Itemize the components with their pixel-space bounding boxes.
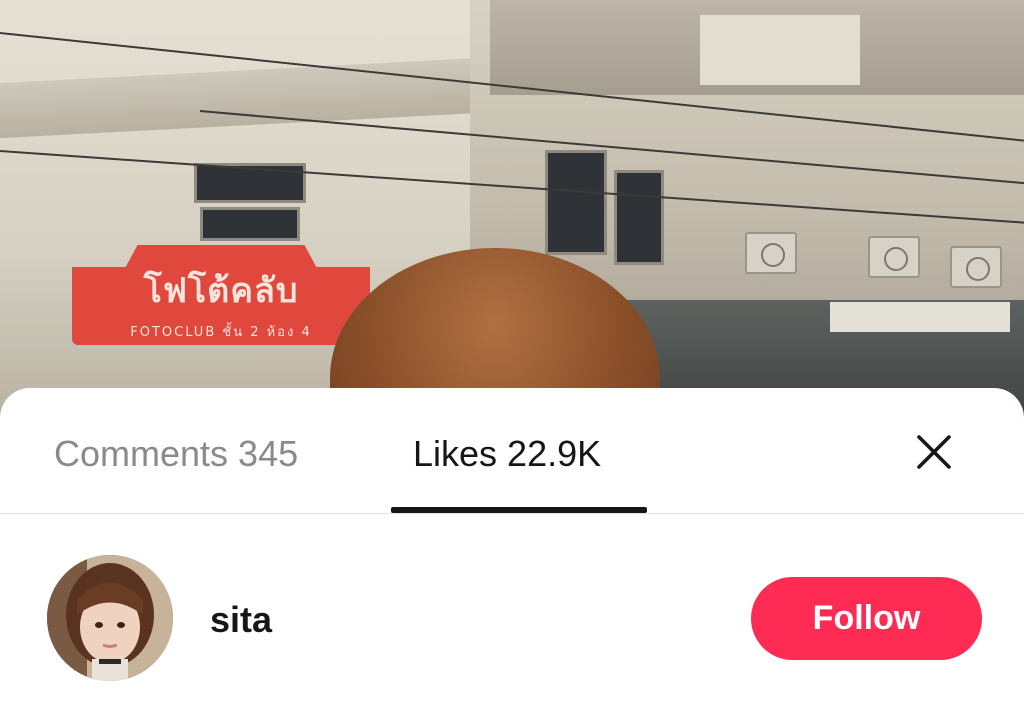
username[interactable]: sita — [210, 598, 272, 642]
air-conditioner — [868, 236, 920, 278]
shop-awning — [830, 302, 1010, 332]
close-icon — [917, 435, 951, 469]
background-photo: โฟโต้คลับ FOTOCLUB ชั้น 2 ห้อง 4 — [0, 0, 1024, 420]
user-avatar-image — [47, 555, 173, 681]
window — [200, 207, 300, 241]
avatar[interactable] — [47, 555, 173, 681]
list-item[interactable]: sita Follow — [0, 514, 1024, 722]
active-tab-indicator — [391, 507, 647, 513]
window — [545, 150, 607, 255]
tab-comments[interactable]: Comments 345 — [54, 432, 298, 476]
building-facade-panel — [700, 15, 860, 85]
shop-sign-text: โฟโต้คลับ — [143, 270, 299, 311]
air-conditioner — [745, 232, 797, 274]
likes-bottom-sheet: Comments 345 Likes 22.9K sita Follow — [0, 388, 1024, 722]
shop-sign-subtext: FOTOCLUB ชั้น 2 ห้อง 4 — [130, 324, 312, 340]
tab-likes[interactable]: Likes 22.9K — [413, 432, 601, 476]
window — [614, 170, 664, 265]
air-conditioner — [950, 246, 1002, 288]
tab-bar: Comments 345 Likes 22.9K — [0, 388, 1024, 514]
follow-button[interactable]: Follow — [751, 577, 982, 660]
close-button[interactable] — [908, 426, 960, 478]
